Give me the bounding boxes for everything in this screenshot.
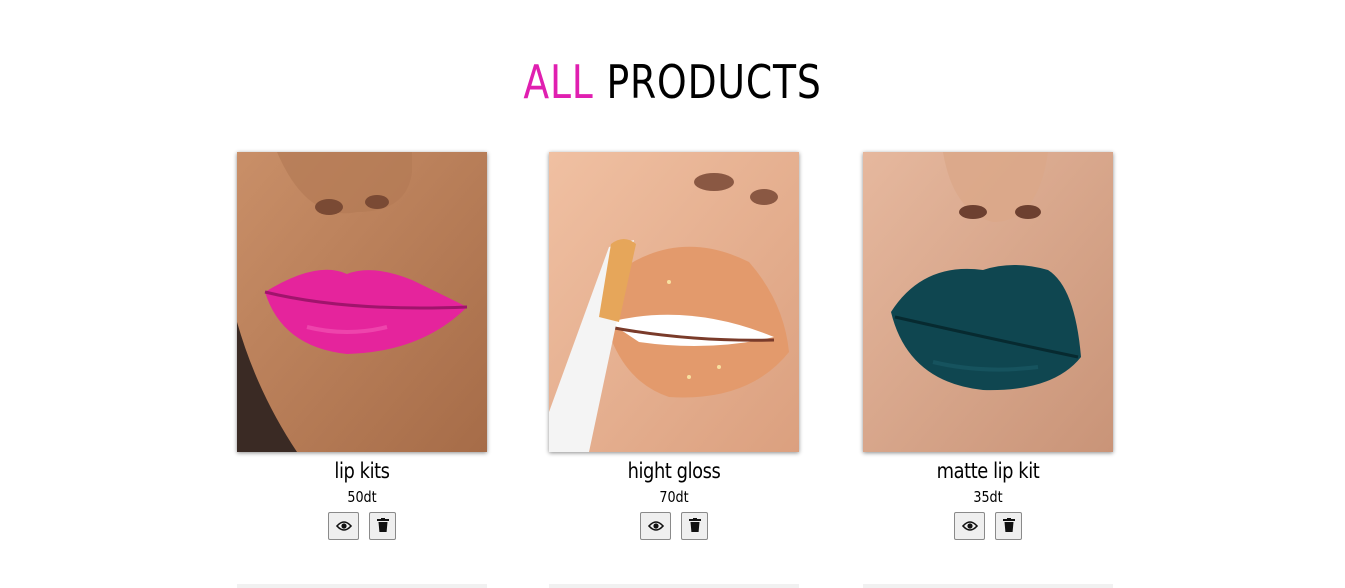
product-actions	[237, 512, 487, 540]
next-row-card-edge	[863, 584, 1113, 588]
trash-icon	[376, 517, 389, 536]
product-price: 50dt	[347, 488, 377, 506]
delete-button[interactable]	[995, 512, 1022, 540]
product-image	[863, 152, 1113, 452]
next-row-card-edge	[237, 584, 487, 588]
product-actions	[863, 512, 1113, 540]
view-button[interactable]	[640, 512, 671, 540]
product-actions	[549, 512, 799, 540]
product-name: matte lip kit	[936, 459, 1040, 483]
delete-button[interactable]	[681, 512, 708, 540]
products-page: ALL PRODUCTS lip kits 50dt hight gloss 7…	[0, 0, 1345, 588]
eye-icon	[961, 517, 978, 536]
product-image	[237, 152, 487, 452]
product-card: hight gloss 70dt	[549, 152, 799, 540]
delete-button[interactable]	[369, 512, 396, 540]
page-title: ALL PRODUCTS	[121, 52, 1224, 112]
product-name: hight gloss	[627, 459, 721, 483]
eye-icon	[647, 517, 664, 536]
page-title-rest: PRODUCTS	[606, 55, 822, 109]
next-row-card-edge	[549, 584, 799, 588]
page-title-accent: ALL	[523, 55, 594, 109]
view-button[interactable]	[954, 512, 985, 540]
product-price: 35dt	[973, 488, 1003, 506]
product-card: lip kits 50dt	[237, 152, 487, 540]
trash-icon	[1002, 517, 1015, 536]
trash-icon	[688, 517, 701, 536]
product-price: 70dt	[659, 488, 689, 506]
product-card: matte lip kit 35dt	[863, 152, 1113, 540]
product-name: lip kits	[334, 459, 390, 483]
view-button[interactable]	[328, 512, 359, 540]
eye-icon	[335, 517, 352, 536]
product-image	[549, 152, 799, 452]
